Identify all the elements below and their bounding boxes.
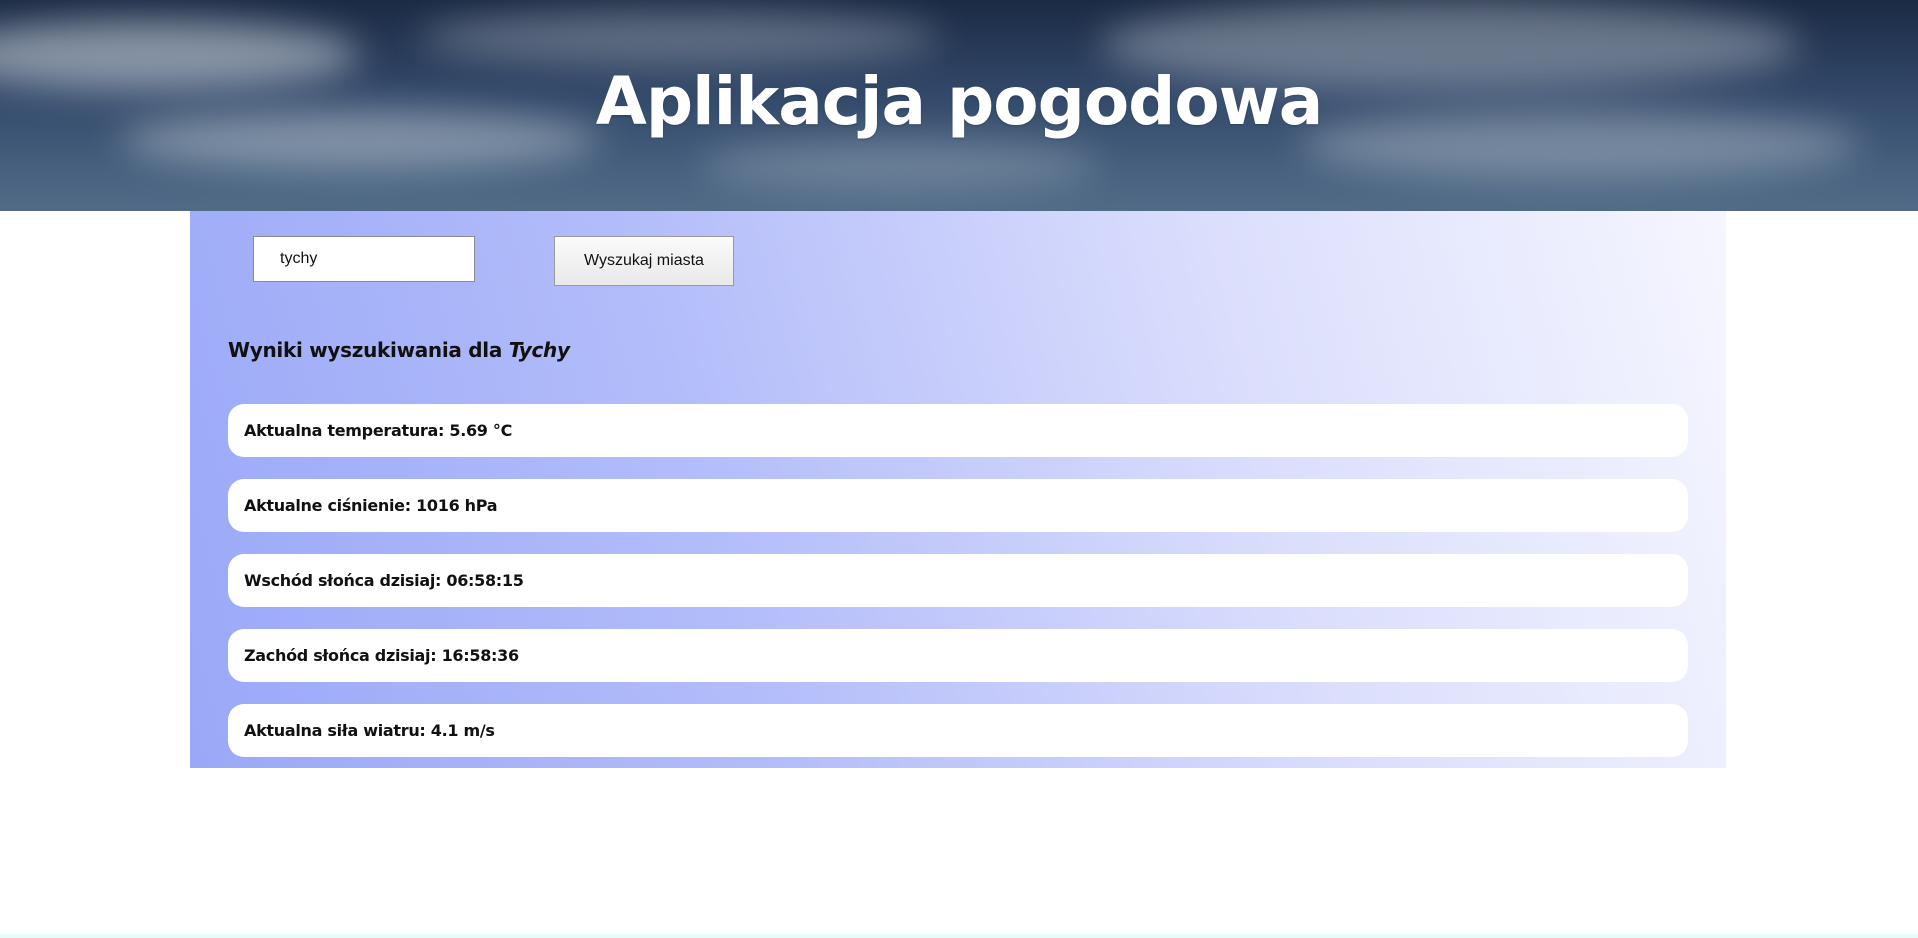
sunset-result: Zachód słońca dzisiaj: 16:58:36 xyxy=(228,629,1688,682)
wind-speed-result: Aktualna siła wiatru: 4.1 m/s xyxy=(228,704,1688,757)
temperature-result: Aktualna temperatura: 5.69 °C xyxy=(228,404,1688,457)
cloud-decoration xyxy=(420,10,940,65)
results-heading: Wyniki wyszukiwania dla Tychy xyxy=(228,338,570,362)
city-search-input[interactable] xyxy=(253,236,475,282)
sunrise-result: Wschód słońca dzisiaj: 06:58:15 xyxy=(228,554,1688,607)
weather-results-list: Aktualna temperatura: 5.69 °C Aktualne c… xyxy=(228,404,1688,779)
hero-banner: Aplikacja pogodowa xyxy=(0,0,1918,211)
search-city-button[interactable]: Wyszukaj miasta xyxy=(554,236,734,286)
results-city-name: Tychy xyxy=(508,338,570,362)
pressure-result: Aktualne ciśnienie: 1016 hPa xyxy=(228,479,1688,532)
footer-divider xyxy=(0,934,1918,938)
results-heading-prefix: Wyniki wyszukiwania dla xyxy=(228,338,503,362)
cloud-decoration xyxy=(700,140,1100,190)
page-title: Aplikacja pogodowa xyxy=(595,63,1324,140)
weather-panel: Wyszukaj miasta Wyniki wyszukiwania dla … xyxy=(190,211,1726,768)
